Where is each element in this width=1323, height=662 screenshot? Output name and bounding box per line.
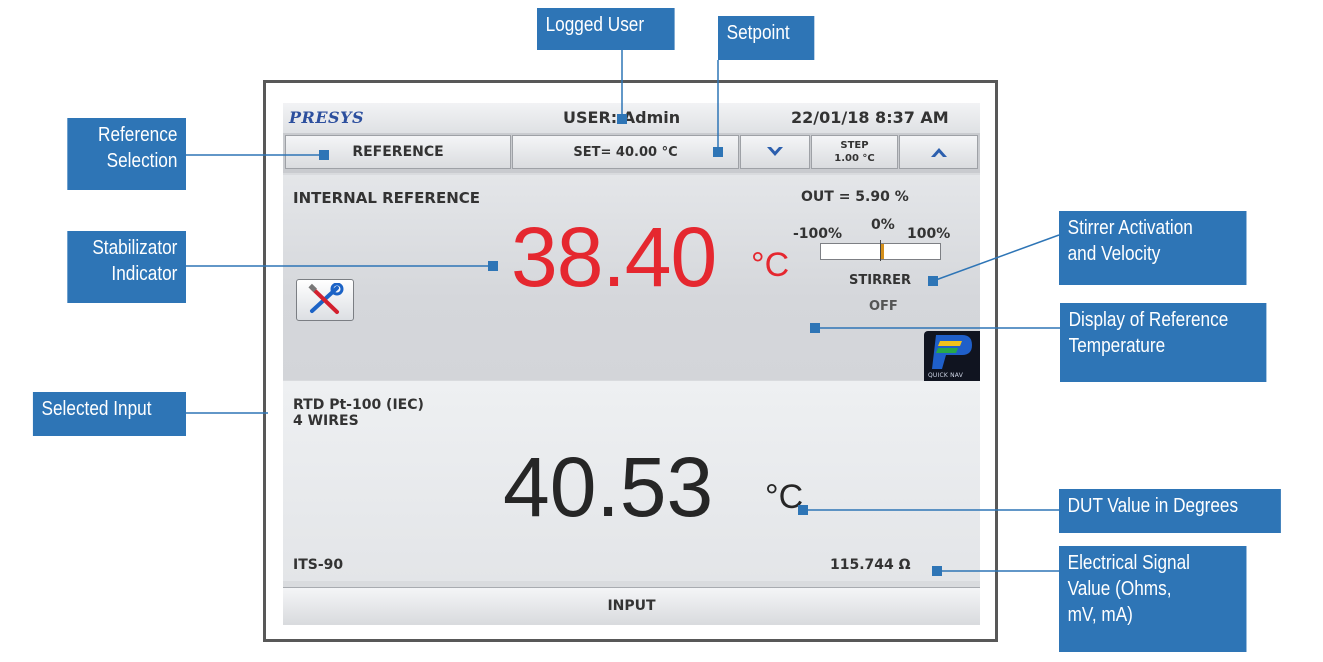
callout-dut-value: DUT Value in Degrees [1059,489,1281,533]
output-bar [820,240,941,261]
chevron-up-icon [930,148,947,157]
callout-line: mV, mA) [1067,604,1133,626]
callout-line: Selection [106,150,178,172]
input-panel: RTD Pt-100 (IEC) 4 WIRES 40.53 °C ITS-90… [283,381,980,581]
electrical-signal-value: 115.744 Ω [830,557,911,573]
stabilization-button[interactable] [296,279,354,321]
quick-nav-label: QUICK NAV [928,372,964,379]
increase-setpoint-button[interactable] [899,135,978,169]
reference-temperature: 38.40 [511,210,717,304]
chevron-down-icon [767,147,783,156]
input-tab[interactable]: INPUT [283,587,980,624]
input-wires: 4 WIRES [293,413,359,429]
output-scale-mid: 0% [871,217,895,233]
logged-user: USER: Admin [563,108,681,127]
callout-line: Stirrer Activation [1067,217,1193,239]
stirrer-label[interactable]: STIRRER [849,273,911,288]
step-button[interactable]: STEP 1.00 °C [811,135,898,169]
callout-line: Value (Ohms, [1067,578,1172,600]
quick-nav-icon [932,335,972,369]
callout-line: Display of Reference [1068,309,1229,331]
setpoint-button[interactable]: SET= 40.00 °C [512,135,739,169]
callout-display-reference: Display of Reference Temperature [1060,303,1267,382]
reference-button[interactable]: REFERENCE [285,135,511,169]
brand-logo: PRESYS [289,108,365,127]
decrease-setpoint-button[interactable] [740,135,810,169]
callout-stabilizator-indicator: Stabilizator Indicator [67,231,186,303]
output-percent: OUT = 5.90 % [801,189,909,205]
callout-line: Reference [98,124,178,146]
quick-nav-button[interactable]: QUICK NAV [924,331,980,383]
callout-line: Stabilizator [92,237,178,259]
temperature-scale: ITS-90 [293,557,344,573]
callout-stirrer: Stirrer Activation and Velocity [1059,211,1247,285]
callout-line: and Velocity [1067,243,1161,265]
reference-title: INTERNAL REFERENCE [293,189,481,207]
device-screen: PRESYS USER: Admin 22/01/18 8:37 AM REFE… [283,103,980,625]
callout-line: Temperature [1068,335,1166,357]
reference-unit: °C [751,246,790,284]
reference-panel: INTERNAL REFERENCE OUT = 5.90 % -100% 0%… [283,175,980,383]
callout-line: Indicator [111,263,178,285]
stirrer-state: OFF [869,299,898,314]
output-bar-zero-marker [880,240,881,261]
output-scale-max: 100% [907,226,951,242]
callout-logged-user: Logged User [537,8,675,50]
callout-electrical-signal: Electrical Signal Value (Ohms, mV, mA) [1059,546,1247,652]
step-value: 1.00 °C [834,153,875,164]
output-bar-fill [880,244,884,259]
step-title: STEP [840,140,869,151]
callout-reference-selection: Reference Selection [67,118,186,190]
tools-icon [308,283,344,314]
output-scale-min: -100% [793,226,843,242]
date-time: 22/01/18 8:37 AM [791,108,949,127]
dut-unit: °C [765,478,804,516]
status-bar: PRESYS USER: Admin 22/01/18 8:37 AM [283,103,980,133]
input-sensor-type: RTD Pt-100 (IEC) [293,397,424,413]
callout-line: Electrical Signal [1067,552,1190,574]
callout-selected-input: Selected Input [32,392,186,436]
dut-temperature: 40.53 [503,440,714,534]
callout-setpoint: Setpoint [718,16,815,60]
toolbar: REFERENCE SET= 40.00 °C STEP 1.00 °C [283,133,980,173]
